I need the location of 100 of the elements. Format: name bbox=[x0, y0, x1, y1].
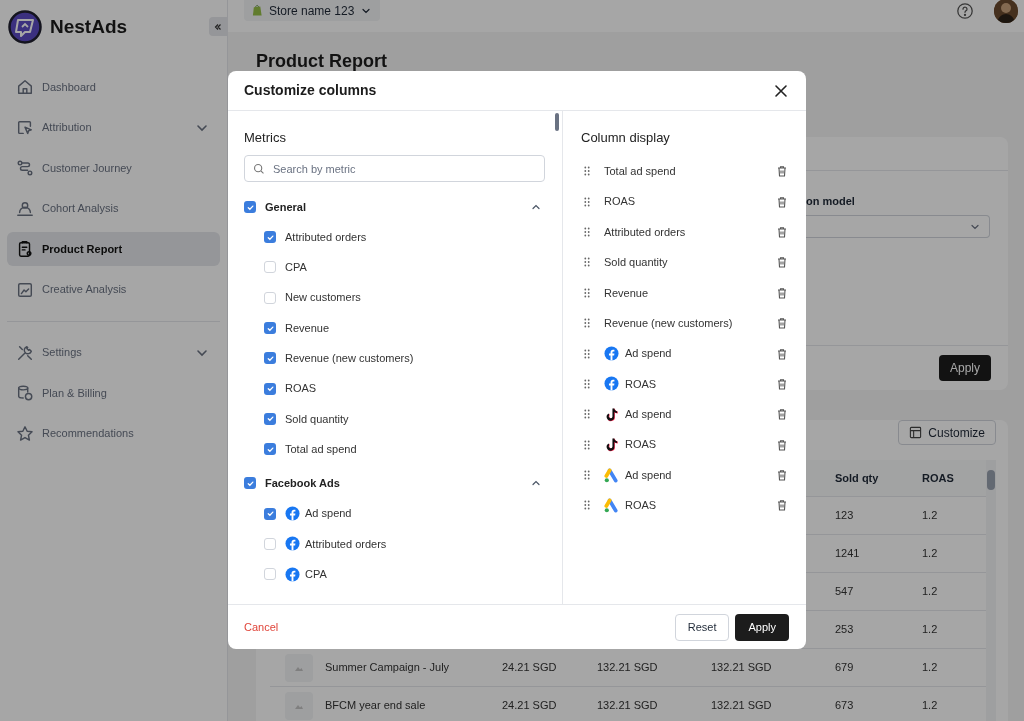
column-label: Sold quantity bbox=[604, 255, 669, 271]
logo-icon bbox=[8, 10, 42, 44]
drag-handle-icon bbox=[584, 409, 590, 420]
column-label: Total ad spend bbox=[604, 163, 677, 179]
drag-handle-icon bbox=[584, 470, 590, 481]
checkbox[interactable] bbox=[264, 382, 276, 395]
drag-handle-icon bbox=[584, 348, 590, 359]
table-icon bbox=[909, 426, 923, 439]
trash-icon bbox=[776, 195, 788, 208]
checkbox[interactable] bbox=[264, 537, 276, 550]
delete-button[interactable] bbox=[776, 165, 788, 178]
column-label: Ad spend bbox=[625, 407, 673, 423]
help-icon[interactable] bbox=[956, 2, 974, 20]
image-icon bbox=[16, 280, 34, 299]
nav-item[interactable]: Settings bbox=[7, 335, 220, 370]
delete-button[interactable] bbox=[776, 317, 788, 330]
delete-button[interactable] bbox=[776, 499, 788, 512]
delete-button[interactable] bbox=[776, 225, 788, 238]
table-cell-text: Summer Campaign - July bbox=[325, 660, 451, 676]
checkbox[interactable] bbox=[264, 507, 276, 520]
scrollbar-thumb[interactable] bbox=[555, 113, 559, 131]
customize-button[interactable]: Customize bbox=[898, 420, 996, 445]
column-header: ROAS bbox=[922, 470, 955, 486]
table-cell-text: BFCM year end sale bbox=[325, 698, 427, 714]
nav-item[interactable]: Dashboard bbox=[7, 70, 220, 104]
delete-button[interactable] bbox=[776, 256, 788, 269]
table-cell-text: 132.21 SGD bbox=[597, 660, 659, 676]
delete-button[interactable] bbox=[776, 408, 788, 421]
nav-item[interactable]: Recommendations bbox=[7, 416, 220, 451]
delete-button[interactable] bbox=[776, 286, 788, 299]
nav-item[interactable]: Creative Analysis bbox=[7, 272, 220, 307]
table-cell-text: 1241 bbox=[835, 546, 861, 562]
nav-item[interactable]: Product Report bbox=[7, 232, 220, 266]
delete-button[interactable] bbox=[776, 347, 788, 360]
table-cell-text: 673 bbox=[835, 698, 855, 714]
search-icon bbox=[253, 162, 265, 175]
column-label: ROAS bbox=[625, 376, 658, 392]
scrollbar[interactable] bbox=[986, 460, 996, 721]
route-icon bbox=[16, 159, 34, 177]
close-button[interactable] bbox=[774, 83, 788, 98]
trash-icon bbox=[776, 317, 788, 330]
checkbox[interactable] bbox=[244, 477, 256, 490]
checkbox[interactable] bbox=[264, 231, 276, 244]
column-label: Ad spend bbox=[625, 467, 673, 483]
facebook-icon bbox=[285, 536, 300, 552]
trash-icon bbox=[776, 225, 788, 238]
checkbox[interactable] bbox=[264, 568, 276, 581]
collapse-button[interactable] bbox=[209, 17, 227, 36]
metric-label: Attributed orders bbox=[285, 229, 367, 245]
avatar[interactable] bbox=[994, 0, 1018, 23]
table-cell-text: 132.21 SGD bbox=[711, 698, 773, 714]
trash-icon bbox=[776, 347, 788, 360]
drag-handle-icon bbox=[584, 500, 590, 511]
search-field[interactable]: Search by metric bbox=[244, 155, 545, 182]
delete-button[interactable] bbox=[776, 377, 788, 390]
delete-button[interactable] bbox=[776, 438, 788, 451]
group-label: Facebook Ads bbox=[265, 476, 341, 492]
checkbox[interactable] bbox=[264, 261, 276, 274]
triangle-logo-icon bbox=[604, 498, 619, 513]
cancel-link[interactable]: Cancel bbox=[244, 618, 279, 636]
trash-icon bbox=[776, 377, 788, 390]
nav-item[interactable]: Plan & Billing bbox=[7, 376, 220, 410]
clipboard-icon bbox=[16, 240, 34, 258]
drag-handle-icon bbox=[584, 226, 590, 237]
checkbox[interactable] bbox=[264, 322, 276, 335]
drag-handle-icon bbox=[584, 439, 590, 450]
column-header: Sold qty bbox=[835, 470, 880, 486]
nav-item[interactable]: Cohort Analysis bbox=[7, 191, 220, 226]
checkbox[interactable] bbox=[264, 291, 276, 304]
table-cell-text: 1.2 bbox=[922, 622, 939, 638]
apply-button[interactable]: Apply bbox=[735, 613, 789, 641]
reset-button[interactable]: Reset bbox=[674, 613, 730, 641]
drag-handle-icon bbox=[584, 166, 590, 177]
column-label: ROAS bbox=[625, 498, 658, 514]
page-title: Product Report bbox=[256, 51, 388, 71]
checkbox[interactable] bbox=[264, 412, 276, 425]
metric-label: CPA bbox=[305, 566, 327, 582]
trash-icon bbox=[776, 469, 788, 482]
checkbox[interactable] bbox=[244, 201, 256, 213]
table-cell-text: 24.21 SGD bbox=[502, 660, 558, 676]
shopping-bag-icon bbox=[252, 4, 263, 17]
metric-label: ROAS bbox=[285, 381, 317, 397]
nav-item[interactable]: Customer Journey bbox=[7, 151, 220, 185]
person-icon bbox=[16, 199, 34, 218]
table-cell-text: 1.2 bbox=[922, 508, 939, 524]
trash-icon bbox=[776, 165, 788, 178]
note-icon bbox=[604, 437, 619, 453]
checkbox[interactable] bbox=[264, 352, 276, 365]
column-label: Revenue (new customers) bbox=[604, 315, 734, 331]
group-label: General bbox=[265, 199, 307, 215]
section-heading: Column display bbox=[581, 129, 671, 146]
drag-handle-icon bbox=[584, 318, 590, 329]
nav-item[interactable]: Attribution bbox=[7, 110, 220, 145]
store-selector[interactable]: Store name 123 bbox=[244, 0, 381, 21]
checkbox[interactable] bbox=[264, 443, 276, 456]
delete-button[interactable] bbox=[776, 469, 788, 482]
delete-button[interactable] bbox=[776, 195, 788, 208]
facebook-icon bbox=[604, 346, 619, 362]
trash-icon bbox=[776, 438, 788, 451]
apply-button[interactable]: Apply bbox=[938, 355, 991, 381]
